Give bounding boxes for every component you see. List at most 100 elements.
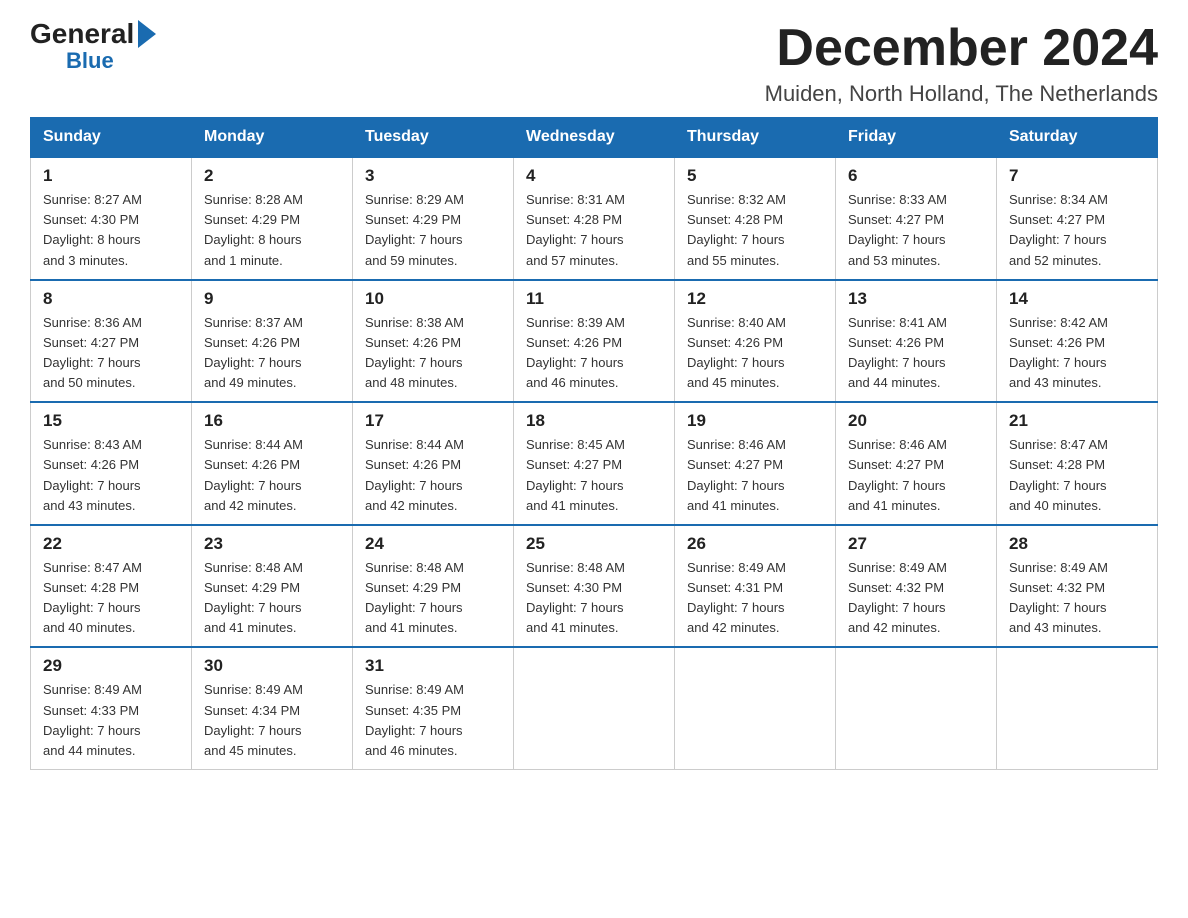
day-number: 15 [43, 411, 179, 431]
calendar-day: 31Sunrise: 8:49 AMSunset: 4:35 PMDayligh… [353, 647, 514, 769]
calendar-day: 19 Sunrise: 8:46 AMSunset: 4:27 PMDayligh… [675, 402, 836, 525]
location-title: Muiden, North Holland, The Netherlands [765, 81, 1158, 107]
day-number: 17 [365, 411, 501, 431]
day-number: 23 [204, 534, 340, 554]
calendar-day: 20 Sunrise: 8:46 AMSunset: 4:27 PMDayligh… [836, 402, 997, 525]
day-info: Sunrise: 8:46 AMSunset: 4:27 PMDaylight:… [848, 435, 984, 516]
day-info: Sunrise: 8:49 AMSunset: 4:35 PMDaylight:… [365, 680, 501, 761]
day-info: Sunrise: 8:34 AMSunset: 4:27 PMDaylight:… [1009, 190, 1145, 271]
day-info: Sunrise: 8:37 AMSunset: 4:26 PMDaylight:… [204, 313, 340, 394]
calendar-day: 14 Sunrise: 8:42 AMSunset: 4:26 PMDayligh… [997, 280, 1158, 403]
calendar-day: 23 Sunrise: 8:48 AMSunset: 4:29 PMDayligh… [192, 525, 353, 648]
empty-cell [836, 647, 997, 769]
logo-general-text: General [30, 20, 156, 50]
day-number: 27 [848, 534, 984, 554]
calendar-day: 28Sunrise: 8:49 AMSunset: 4:32 PMDayligh… [997, 525, 1158, 648]
header-thursday: Thursday [675, 118, 836, 158]
day-number: 2 [204, 166, 340, 186]
calendar-week-row: 29 Sunrise: 8:49 AMSunset: 4:33 PMDayligh… [31, 647, 1158, 769]
day-number: 13 [848, 289, 984, 309]
empty-cell [514, 647, 675, 769]
day-info: Sunrise: 8:47 AMSunset: 4:28 PMDaylight:… [1009, 435, 1145, 516]
calendar-day: 6 Sunrise: 8:33 AMSunset: 4:27 PMDaylight… [836, 157, 997, 280]
day-number: 10 [365, 289, 501, 309]
logo-triangle-icon [138, 20, 156, 48]
calendar-day: 17 Sunrise: 8:44 AMSunset: 4:26 PMDayligh… [353, 402, 514, 525]
logo-blue-text: Blue [66, 50, 114, 72]
day-number: 11 [526, 289, 662, 309]
header-monday: Monday [192, 118, 353, 158]
calendar-day: 27 Sunrise: 8:49 AMSunset: 4:32 PMDayligh… [836, 525, 997, 648]
day-number: 7 [1009, 166, 1145, 186]
day-number: 24 [365, 534, 501, 554]
calendar-day: 18Sunrise: 8:45 AMSunset: 4:27 PMDayligh… [514, 402, 675, 525]
day-info: Sunrise: 8:49 AMSunset: 4:32 PMDaylight:… [1009, 558, 1145, 639]
calendar-week-row: 22 Sunrise: 8:47 AMSunset: 4:28 PMDayligh… [31, 525, 1158, 648]
day-info: Sunrise: 8:43 AMSunset: 4:26 PMDaylight:… [43, 435, 179, 516]
calendar-week-row: 1 Sunrise: 8:27 AMSunset: 4:30 PMDaylight… [31, 157, 1158, 280]
day-info: Sunrise: 8:48 AMSunset: 4:29 PMDaylight:… [365, 558, 501, 639]
day-info: Sunrise: 8:42 AMSunset: 4:26 PMDaylight:… [1009, 313, 1145, 394]
page-header: General Blue December 2024 Muiden, North… [30, 20, 1158, 107]
calendar-table: Sunday Monday Tuesday Wednesday Thursday… [30, 117, 1158, 770]
calendar-day: 7 Sunrise: 8:34 AMSunset: 4:27 PMDaylight… [997, 157, 1158, 280]
day-number: 8 [43, 289, 179, 309]
day-info: Sunrise: 8:44 AMSunset: 4:26 PMDaylight:… [204, 435, 340, 516]
calendar-day: 26 Sunrise: 8:49 AMSunset: 4:31 PMDayligh… [675, 525, 836, 648]
day-number: 1 [43, 166, 179, 186]
day-info: Sunrise: 8:32 AMSunset: 4:28 PMDaylight:… [687, 190, 823, 271]
header-tuesday: Tuesday [353, 118, 514, 158]
calendar-day: 5 Sunrise: 8:32 AMSunset: 4:28 PMDaylight… [675, 157, 836, 280]
calendar-day: 24 Sunrise: 8:48 AMSunset: 4:29 PMDayligh… [353, 525, 514, 648]
calendar-day: 21Sunrise: 8:47 AMSunset: 4:28 PMDayligh… [997, 402, 1158, 525]
calendar-day: 29 Sunrise: 8:49 AMSunset: 4:33 PMDayligh… [31, 647, 192, 769]
day-number: 4 [526, 166, 662, 186]
day-info: Sunrise: 8:27 AMSunset: 4:30 PMDaylight:… [43, 190, 179, 271]
calendar-day: 3Sunrise: 8:29 AMSunset: 4:29 PMDaylight… [353, 157, 514, 280]
calendar-day: 8Sunrise: 8:36 AMSunset: 4:27 PMDaylight… [31, 280, 192, 403]
day-number: 6 [848, 166, 984, 186]
header-saturday: Saturday [997, 118, 1158, 158]
calendar-day: 12Sunrise: 8:40 AMSunset: 4:26 PMDayligh… [675, 280, 836, 403]
day-info: Sunrise: 8:44 AMSunset: 4:26 PMDaylight:… [365, 435, 501, 516]
calendar-day: 15 Sunrise: 8:43 AMSunset: 4:26 PMDayligh… [31, 402, 192, 525]
title-area: December 2024 Muiden, North Holland, The… [765, 20, 1158, 107]
day-number: 12 [687, 289, 823, 309]
calendar-day: 16 Sunrise: 8:44 AMSunset: 4:26 PMDayligh… [192, 402, 353, 525]
calendar-week-row: 8Sunrise: 8:36 AMSunset: 4:27 PMDaylight… [31, 280, 1158, 403]
day-info: Sunrise: 8:38 AMSunset: 4:26 PMDaylight:… [365, 313, 501, 394]
calendar-day: 1 Sunrise: 8:27 AMSunset: 4:30 PMDaylight… [31, 157, 192, 280]
day-info: Sunrise: 8:33 AMSunset: 4:27 PMDaylight:… [848, 190, 984, 271]
day-number: 5 [687, 166, 823, 186]
day-info: Sunrise: 8:45 AMSunset: 4:27 PMDaylight:… [526, 435, 662, 516]
day-number: 25 [526, 534, 662, 554]
calendar-day: 11 Sunrise: 8:39 AMSunset: 4:26 PMDayligh… [514, 280, 675, 403]
day-info: Sunrise: 8:47 AMSunset: 4:28 PMDaylight:… [43, 558, 179, 639]
day-info: Sunrise: 8:49 AMSunset: 4:34 PMDaylight:… [204, 680, 340, 761]
month-title: December 2024 [765, 20, 1158, 77]
day-number: 30 [204, 656, 340, 676]
calendar-day: 4Sunrise: 8:31 AMSunset: 4:28 PMDaylight… [514, 157, 675, 280]
day-info: Sunrise: 8:48 AMSunset: 4:29 PMDaylight:… [204, 558, 340, 639]
header-wednesday: Wednesday [514, 118, 675, 158]
day-info: Sunrise: 8:49 AMSunset: 4:33 PMDaylight:… [43, 680, 179, 761]
day-number: 26 [687, 534, 823, 554]
logo: General Blue [30, 20, 156, 72]
day-info: Sunrise: 8:28 AMSunset: 4:29 PMDaylight:… [204, 190, 340, 271]
day-number: 29 [43, 656, 179, 676]
day-number: 20 [848, 411, 984, 431]
day-number: 19 [687, 411, 823, 431]
day-info: Sunrise: 8:49 AMSunset: 4:31 PMDaylight:… [687, 558, 823, 639]
weekday-header-row: Sunday Monday Tuesday Wednesday Thursday… [31, 118, 1158, 158]
day-info: Sunrise: 8:46 AMSunset: 4:27 PMDaylight:… [687, 435, 823, 516]
day-number: 3 [365, 166, 501, 186]
day-info: Sunrise: 8:39 AMSunset: 4:26 PMDaylight:… [526, 313, 662, 394]
day-number: 14 [1009, 289, 1145, 309]
calendar-day: 30 Sunrise: 8:49 AMSunset: 4:34 PMDayligh… [192, 647, 353, 769]
day-number: 22 [43, 534, 179, 554]
calendar-day: 10 Sunrise: 8:38 AMSunset: 4:26 PMDayligh… [353, 280, 514, 403]
day-number: 16 [204, 411, 340, 431]
day-info: Sunrise: 8:49 AMSunset: 4:32 PMDaylight:… [848, 558, 984, 639]
calendar-day: 9Sunrise: 8:37 AMSunset: 4:26 PMDaylight… [192, 280, 353, 403]
calendar-week-row: 15 Sunrise: 8:43 AMSunset: 4:26 PMDayligh… [31, 402, 1158, 525]
